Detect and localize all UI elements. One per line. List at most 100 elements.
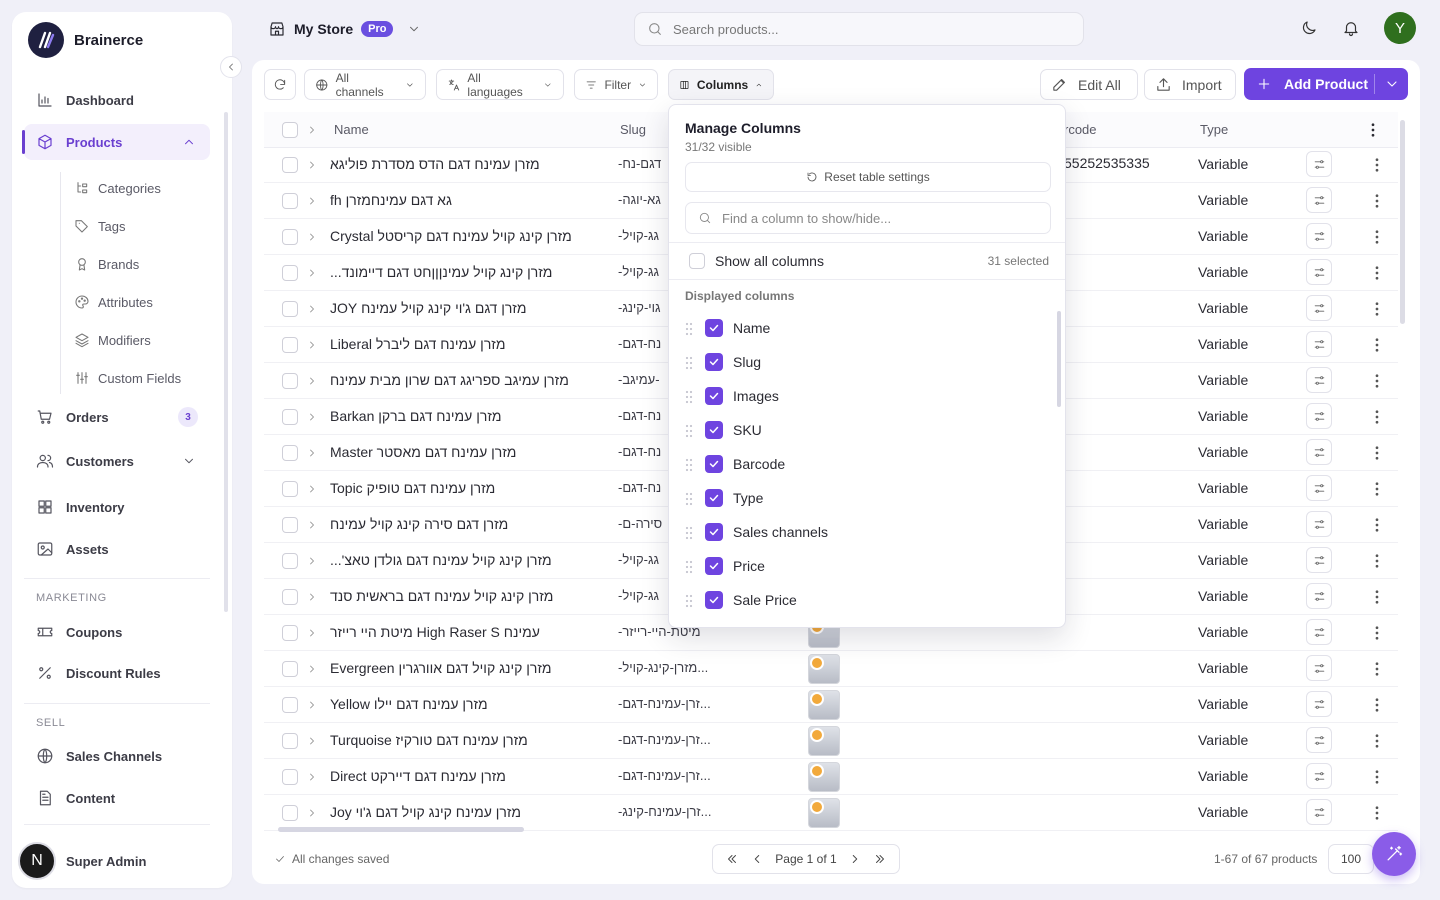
- variants-button[interactable]: [1306, 295, 1332, 321]
- variants-button[interactable]: [1306, 403, 1332, 429]
- product-name[interactable]: מזרן עמינח דגם דיירקט Direct: [330, 768, 612, 784]
- variants-button[interactable]: [1306, 691, 1332, 717]
- drag-handle-icon[interactable]: [685, 356, 693, 370]
- row-checkbox[interactable]: [282, 409, 298, 425]
- column-toggle-item[interactable]: Images: [669, 380, 1059, 414]
- more-vertical-icon[interactable]: [1368, 588, 1386, 606]
- popover-scrollbar[interactable]: [1057, 311, 1061, 407]
- row-checkbox[interactable]: [282, 553, 298, 569]
- chevron-right-icon[interactable]: [306, 591, 318, 603]
- chevron-right-icon[interactable]: [306, 807, 318, 819]
- chevron-right-icon[interactable]: [306, 447, 318, 459]
- chevron-right-icon[interactable]: [306, 159, 318, 171]
- product-thumbnail[interactable]: [808, 726, 840, 756]
- edit-all-button[interactable]: Edit All: [1040, 69, 1138, 100]
- more-vertical-icon[interactable]: [1368, 480, 1386, 498]
- product-name[interactable]: מזרן עמינח דגם טופיק Topic: [330, 480, 612, 496]
- chevron-right-icon[interactable]: [306, 699, 318, 711]
- column-checkbox[interactable]: [705, 455, 723, 473]
- drag-handle-icon[interactable]: [685, 492, 693, 506]
- sidebar-scrollbar[interactable]: [224, 112, 228, 612]
- product-name[interactable]: מזרן עמינח דגם ברקן Barkan: [330, 408, 612, 424]
- row-checkbox[interactable]: [282, 481, 298, 497]
- chevron-right-icon[interactable]: [306, 555, 318, 567]
- channels-dropdown[interactable]: All channels: [304, 69, 426, 100]
- chevron-right-icon[interactable]: [306, 519, 318, 531]
- column-toggle-item[interactable]: Name: [669, 312, 1059, 346]
- row-checkbox[interactable]: [282, 301, 298, 317]
- row-checkbox[interactable]: [282, 157, 298, 173]
- more-vertical-icon[interactable]: [1364, 121, 1382, 139]
- column-toggle-item[interactable]: Barcode: [669, 448, 1059, 482]
- column-toggle-item[interactable]: Price: [669, 550, 1059, 584]
- row-checkbox[interactable]: [282, 265, 298, 281]
- sidebar-item-customers[interactable]: Customers: [24, 443, 210, 479]
- row-checkbox[interactable]: [282, 229, 298, 245]
- variants-button[interactable]: [1306, 439, 1332, 465]
- column-toggle-item[interactable]: Slug: [669, 346, 1059, 380]
- row-checkbox[interactable]: [282, 517, 298, 533]
- row-checkbox[interactable]: [282, 589, 298, 605]
- variants-button[interactable]: [1306, 187, 1332, 213]
- column-checkbox[interactable]: [705, 523, 723, 541]
- sidebar-item-discount-rules[interactable]: Discount Rules: [24, 655, 210, 691]
- product-thumbnail[interactable]: [808, 654, 840, 684]
- store-switcher[interactable]: My Store Pro: [268, 16, 421, 42]
- chevron-right-icon[interactable]: [306, 735, 318, 747]
- column-checkbox[interactable]: [705, 353, 723, 371]
- column-toggle-item[interactable]: Type: [669, 482, 1059, 516]
- variants-button[interactable]: [1306, 331, 1332, 357]
- more-vertical-icon[interactable]: [1368, 696, 1386, 714]
- table-row[interactable]: מזרן עמינח קינג קויל דגם ג'וי Joy -זרן-עמ…: [264, 795, 1398, 831]
- column-header-name[interactable]: Name: [334, 122, 369, 137]
- sidebar-subitem-custom-fields[interactable]: Custom Fields: [74, 365, 181, 391]
- chevron-right-icon[interactable]: [848, 852, 862, 866]
- chevron-right-icon[interactable]: [306, 195, 318, 207]
- table-row[interactable]: מזרן עמינח דגם טורקיז Turquoise -זרן-עמינ…: [264, 723, 1398, 759]
- filter-button[interactable]: Filter: [574, 69, 658, 100]
- product-name[interactable]: מזרן דגם ג'וי קינג קויל עמינח JOY: [330, 300, 612, 316]
- drag-handle-icon[interactable]: [685, 594, 693, 608]
- drag-handle-icon[interactable]: [685, 390, 693, 404]
- chevrons-right-icon[interactable]: [873, 852, 887, 866]
- column-header-slug[interactable]: Slug: [620, 122, 646, 137]
- column-header-barcode[interactable]: rcode: [1064, 122, 1097, 137]
- product-thumbnail[interactable]: [808, 690, 840, 720]
- chevron-right-icon[interactable]: [306, 267, 318, 279]
- import-button[interactable]: Import: [1144, 69, 1236, 100]
- add-product-button[interactable]: Add Product: [1244, 68, 1408, 100]
- drag-handle-icon[interactable]: [685, 560, 693, 574]
- sidebar-subitem-attributes[interactable]: Attributes: [74, 289, 153, 315]
- chevron-right-icon[interactable]: [306, 339, 318, 351]
- variants-button[interactable]: [1306, 583, 1332, 609]
- sidebar-item-coupons[interactable]: Coupons: [24, 614, 210, 650]
- more-vertical-icon[interactable]: [1368, 804, 1386, 822]
- product-name[interactable]: מזרן קינג קויל דגם אוורגרין Evergreen: [330, 660, 612, 676]
- row-checkbox[interactable]: [282, 769, 298, 785]
- variants-button[interactable]: [1306, 223, 1332, 249]
- variants-button[interactable]: [1306, 259, 1332, 285]
- column-checkbox[interactable]: [705, 387, 723, 405]
- user-profile[interactable]: N Super Admin: [18, 842, 146, 880]
- row-checkbox[interactable]: [282, 337, 298, 353]
- row-checkbox[interactable]: [282, 805, 298, 821]
- more-vertical-icon[interactable]: [1368, 732, 1386, 750]
- columns-button[interactable]: Columns: [668, 69, 774, 100]
- sidebar-subitem-modifiers[interactable]: Modifiers: [74, 327, 151, 353]
- row-checkbox[interactable]: [282, 625, 298, 641]
- product-name[interactable]: מזרן עמינח קינג קויל דגם ג'וי Joy: [330, 804, 612, 820]
- table-row[interactable]: מזרן עמינח דגם דיירקט Direct -זרן-עמינח-ד…: [264, 759, 1398, 795]
- variants-button[interactable]: [1306, 547, 1332, 573]
- more-vertical-icon[interactable]: [1368, 156, 1386, 174]
- product-name[interactable]: מזרן עמינח דגם מאסטר Master: [330, 444, 612, 460]
- variants-button[interactable]: [1306, 511, 1332, 537]
- per-page-select[interactable]: 100: [1328, 844, 1374, 874]
- more-vertical-icon[interactable]: [1368, 660, 1386, 678]
- product-name[interactable]: מזרן עמינח דגם הדס מסדרת פוליגא: [330, 156, 612, 172]
- sidebar-collapse-button[interactable]: [220, 56, 242, 78]
- row-checkbox[interactable]: [282, 193, 298, 209]
- sidebar-subitem-tags[interactable]: Tags: [74, 213, 125, 239]
- product-name[interactable]: גא דגם עמינחמזרן fh: [330, 192, 612, 208]
- more-vertical-icon[interactable]: [1368, 336, 1386, 354]
- column-header-type[interactable]: Type: [1200, 122, 1228, 137]
